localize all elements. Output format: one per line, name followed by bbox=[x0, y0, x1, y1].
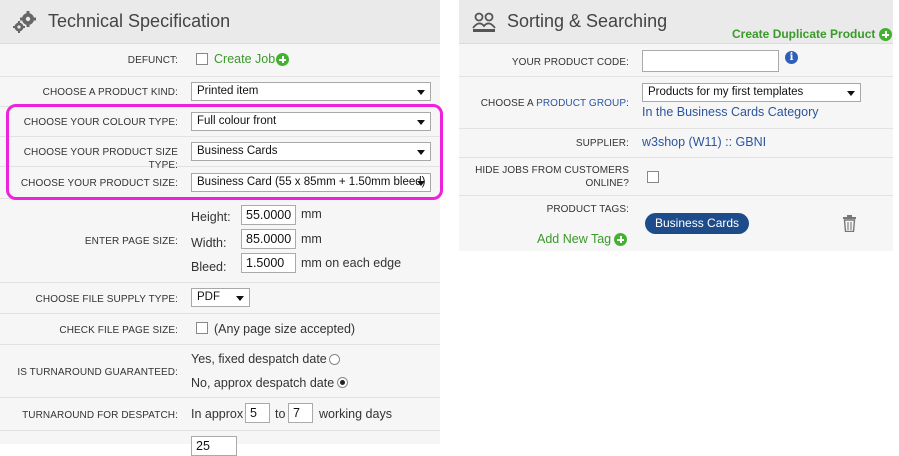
add-tag-plus-icon[interactable] bbox=[614, 233, 627, 246]
product-group-label-suffix: : bbox=[626, 98, 629, 109]
width-input[interactable]: 85.0000 bbox=[241, 229, 296, 249]
option-no-label: No, approx despatch date bbox=[191, 376, 335, 390]
duplicate-plus-icon[interactable] bbox=[879, 28, 892, 41]
height-input[interactable]: 55.0000 bbox=[241, 205, 296, 225]
option-yes-radio[interactable] bbox=[329, 354, 340, 365]
chevron-down-icon bbox=[417, 90, 425, 95]
supplier-label: SUPPLIER: bbox=[575, 138, 629, 149]
turnaround-despatch-label: TURNAROUND FOR DESPATCH: bbox=[22, 410, 178, 421]
supplier-link[interactable]: w3shop (W11) :: GBNI bbox=[642, 135, 766, 149]
info-icon[interactable]: i bbox=[785, 51, 798, 64]
check-page-size-label: CHECK FILE PAGE SIZE: bbox=[59, 325, 178, 336]
page-size-label: ENTER PAGE SIZE: bbox=[84, 236, 178, 247]
hide-jobs-checkbox[interactable] bbox=[647, 171, 659, 183]
height-label: Height: bbox=[191, 210, 231, 224]
despatch-suffix: working days bbox=[319, 407, 392, 421]
despatch-from-input[interactable]: 5 bbox=[245, 403, 270, 423]
page-size-row: ENTER PAGE SIZE: Height: 55.0000 mm Widt… bbox=[0, 199, 440, 283]
option-yes-label: Yes, fixed despatch date bbox=[191, 352, 327, 366]
product-tags-row: PRODUCT TAGS: Add New Tag Business Cards bbox=[459, 196, 893, 251]
hide-jobs-row: HIDE JOBS FROM CUSTOMERS ONLINE? bbox=[459, 158, 893, 196]
product-kind-value: Printed item bbox=[197, 85, 259, 97]
hide-jobs-label-line1: HIDE JOBS FROM CUSTOMERS bbox=[475, 165, 629, 176]
product-tags-label: PRODUCT TAGS: bbox=[546, 204, 629, 215]
create-duplicate-link[interactable]: Create Duplicate Product bbox=[732, 27, 875, 41]
bleed-input[interactable]: 1.5000 bbox=[241, 253, 296, 273]
product-kind-row: CHOOSE A PRODUCT KIND: Printed item bbox=[0, 77, 440, 107]
bleed-label: Bleed: bbox=[191, 260, 227, 274]
width-unit: mm bbox=[301, 232, 322, 246]
check-page-size-text: (Any page size accepted) bbox=[214, 322, 356, 336]
chevron-down-icon bbox=[236, 296, 244, 301]
file-supply-label: CHOOSE FILE SUPPLY TYPE: bbox=[35, 294, 178, 305]
despatch-to-input[interactable]: 7 bbox=[288, 403, 313, 423]
despatch-prefix: In approx bbox=[191, 407, 244, 421]
sorting-searching-panel: Sorting & Searching Create Duplicate Pro… bbox=[459, 0, 893, 251]
add-new-tag-link[interactable]: Add New Tag bbox=[537, 232, 611, 246]
highlight-box bbox=[6, 104, 443, 200]
product-group-value: Products for my first templates bbox=[648, 86, 804, 98]
width-label: Width: bbox=[191, 236, 227, 250]
bleed-unit: mm on each edge bbox=[301, 256, 402, 270]
create-job-plus-icon[interactable] bbox=[276, 53, 289, 66]
product-group-row: CHOOSE A PRODUCT GROUP: Products for my … bbox=[459, 77, 893, 129]
product-group-link[interactable]: PRODUCT GROUP bbox=[536, 98, 626, 109]
turnaround-guaranteed-label: IS TURNAROUND GUARANTEED: bbox=[17, 367, 178, 378]
hide-jobs-label: HIDE JOBS FROM CUSTOMERS ONLINE? bbox=[475, 164, 629, 190]
product-group-label-prefix: CHOOSE A bbox=[480, 98, 537, 109]
product-code-input[interactable] bbox=[642, 50, 779, 72]
tag-business-cards[interactable]: Business Cards bbox=[645, 213, 750, 234]
category-link[interactable]: In the Business Cards Category bbox=[642, 105, 818, 119]
chevron-down-icon bbox=[847, 91, 855, 96]
users-icon bbox=[472, 12, 496, 32]
trash-icon[interactable] bbox=[842, 215, 857, 232]
file-supply-select[interactable]: PDF bbox=[191, 288, 250, 307]
file-supply-row: CHOOSE FILE SUPPLY TYPE: PDF bbox=[0, 283, 440, 314]
defunct-label: DEFUNCT: bbox=[127, 55, 178, 66]
product-group-label: CHOOSE A PRODUCT GROUP: bbox=[481, 97, 629, 110]
check-page-size-row: CHECK FILE PAGE SIZE: (Any page size acc… bbox=[0, 314, 440, 345]
defunct-row: DEFUNCT: Create Job bbox=[0, 44, 440, 77]
product-kind-label: CHOOSE A PRODUCT KIND: bbox=[42, 87, 178, 98]
turnaround-guaranteed-row: IS TURNAROUND GUARANTEED: Yes, fixed des… bbox=[0, 345, 440, 398]
height-unit: mm bbox=[301, 207, 322, 221]
next-row: 25 bbox=[0, 431, 440, 456]
option-no-radio[interactable] bbox=[337, 377, 348, 388]
technical-specification-panel: Technical Specification DEFUNCT: Create … bbox=[0, 0, 443, 456]
product-group-select[interactable]: Products for my first templates bbox=[642, 83, 861, 102]
technical-header: Technical Specification bbox=[0, 0, 440, 44]
product-code-label: YOUR PRODUCT CODE: bbox=[511, 57, 629, 68]
supplier-row: SUPPLIER: w3shop (W11) :: GBNI bbox=[459, 129, 893, 158]
panel-title: Technical Specification bbox=[48, 11, 231, 31]
next-input[interactable]: 25 bbox=[191, 436, 237, 456]
product-code-row: YOUR PRODUCT CODE: i bbox=[459, 44, 893, 77]
turnaround-despatch-row: TURNAROUND FOR DESPATCH: In approx 5 to … bbox=[0, 398, 440, 431]
hide-jobs-label-line2: ONLINE? bbox=[585, 178, 629, 189]
file-supply-value: PDF bbox=[197, 291, 220, 303]
defunct-checkbox[interactable] bbox=[196, 53, 208, 65]
create-job-link[interactable]: Create Job bbox=[214, 52, 275, 66]
check-page-size-checkbox[interactable] bbox=[196, 322, 208, 334]
gears-icon bbox=[13, 10, 36, 33]
product-kind-select[interactable]: Printed item bbox=[191, 82, 431, 101]
panel-title: Sorting & Searching bbox=[507, 11, 668, 31]
despatch-to-label: to bbox=[275, 407, 286, 421]
